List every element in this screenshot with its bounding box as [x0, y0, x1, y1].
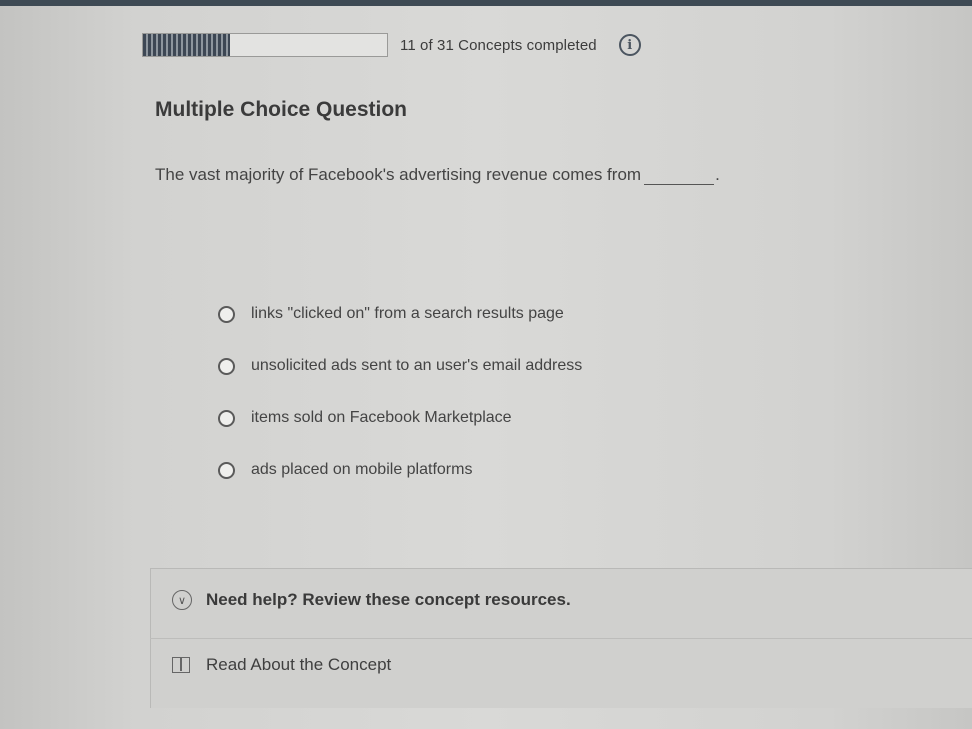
answer-option-label[interactable]: links "clicked on" from a search results…: [251, 305, 564, 323]
read-concept-label[interactable]: Read About the Concept: [206, 655, 391, 675]
question-heading: Multiple Choice Question: [155, 98, 408, 121]
answer-option-label[interactable]: unsolicited ads sent to an user's email …: [251, 357, 582, 375]
question-prompt: The vast majority of Facebook's advertis…: [155, 165, 720, 185]
question-period: .: [715, 165, 720, 184]
answer-option[interactable]: items sold on Facebook Marketplace: [218, 392, 582, 444]
chevron-down-icon[interactable]: ∨: [172, 590, 192, 610]
answer-option-label[interactable]: items sold on Facebook Marketplace: [251, 409, 512, 427]
help-toggle[interactable]: ∨ Need help? Review these concept resour…: [172, 590, 571, 610]
progress-section: 11 of 31 Concepts completed i: [142, 28, 641, 62]
progress-bar-fill: [143, 34, 230, 56]
info-icon[interactable]: i: [618, 34, 641, 56]
answer-option-label[interactable]: ads placed on mobile platforms: [251, 461, 472, 479]
question-text: The vast majority of Facebook's advertis…: [155, 165, 642, 184]
radio-button[interactable]: [218, 305, 235, 323]
help-label[interactable]: Need help? Review these concept resource…: [206, 590, 571, 610]
radio-button[interactable]: [218, 357, 235, 375]
radio-button[interactable]: [218, 461, 235, 479]
answer-option[interactable]: unsolicited ads sent to an user's email …: [218, 340, 582, 392]
book-icon: [172, 657, 190, 673]
answer-option[interactable]: ads placed on mobile platforms: [218, 444, 582, 496]
progress-label: 11 of 31 Concepts completed: [400, 36, 597, 54]
answer-blank: [644, 171, 715, 185]
help-divider: [150, 638, 972, 639]
answer-option[interactable]: links "clicked on" from a search results…: [218, 288, 582, 340]
answer-options: links "clicked on" from a search results…: [218, 288, 582, 496]
progress-bar: [142, 33, 388, 57]
radio-button[interactable]: [218, 409, 235, 427]
read-concept-link[interactable]: Read About the Concept: [172, 655, 391, 675]
